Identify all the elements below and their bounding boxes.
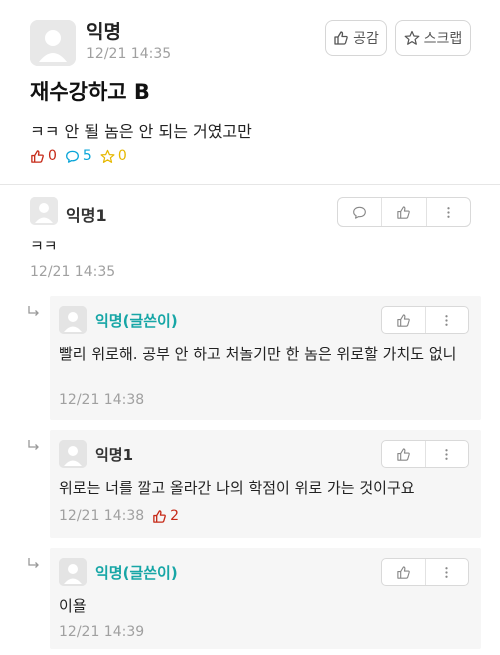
- comment-author-name: 익명1: [66, 206, 107, 225]
- reply-action-group: [381, 440, 469, 468]
- reply-more-button[interactable]: [426, 559, 469, 585]
- reply-like-button[interactable]: [382, 559, 426, 585]
- speech-bubble-icon: [65, 150, 79, 163]
- reply-timestamp-row: 12/21 14:38: [59, 392, 144, 408]
- reply-text: 빨리 위로해. 공부 안 하고 처놀기만 한 놈은 위로할 가치도 없니: [59, 345, 457, 363]
- reply-like-button[interactable]: [382, 441, 426, 467]
- reply-author-avatar: [59, 558, 87, 586]
- reply-timestamp: 12/21 14:38: [59, 508, 145, 524]
- like-count-stat: 0: [30, 148, 57, 164]
- reply-timestamp: 12/21 14:38: [59, 392, 145, 408]
- comment-author-avatar: [30, 197, 58, 225]
- thumbs-up-icon: [153, 509, 167, 523]
- comment-count-stat: 5: [65, 148, 92, 164]
- thumbs-up-icon: [397, 565, 410, 579]
- reply-text: 이욜: [59, 597, 87, 615]
- reply-item: 익명(글쓴이) 이욜 12/21 14:39: [50, 548, 481, 649]
- reply-like-count: 2: [170, 508, 180, 524]
- like-count: 0: [48, 148, 57, 164]
- avatar-placeholder-icon: [30, 197, 58, 225]
- scrap-count-stat: 0: [100, 148, 127, 164]
- post-author-avatar: [30, 20, 76, 66]
- reply-item: 익명1 위로는 너를 깔고 올라간 나의 학점이 위로 가는 것이구요 12/2…: [50, 430, 481, 538]
- reply-arrow-icon: [28, 440, 39, 450]
- reply-author-avatar: [59, 440, 87, 468]
- avatar-placeholder-icon: [30, 20, 76, 66]
- comment-action-group: [337, 197, 471, 227]
- reply-more-button[interactable]: [426, 307, 469, 333]
- thumbs-up-icon: [397, 205, 411, 219]
- thumbs-up-icon: [334, 31, 348, 45]
- post-body: ㅋㅋ 안 될 놈은 안 되는 거였고만: [30, 122, 252, 141]
- thumbs-up-icon: [397, 313, 410, 327]
- post-author-name: 익명: [86, 21, 121, 43]
- comment-reply-button[interactable]: [338, 198, 383, 226]
- reply-timestamp: 12/21 14:39: [59, 624, 145, 640]
- post-timestamp: 12/21 14:35: [86, 46, 172, 62]
- avatar-placeholder-icon: [59, 306, 87, 334]
- comment-count: 5: [82, 148, 92, 164]
- reply-more-button[interactable]: [426, 441, 469, 467]
- more-vertical-icon: [445, 566, 448, 578]
- scrap-button-label: 스크랩: [423, 31, 463, 47]
- comment-text: ㅋㅋ: [30, 237, 58, 255]
- reply-author-name: 익명1: [95, 446, 134, 464]
- star-icon: [404, 30, 420, 45]
- speech-bubble-icon: [353, 206, 367, 219]
- post-title: 재수강하고 B: [30, 80, 150, 104]
- scrap-button[interactable]: 스크랩: [395, 20, 471, 56]
- avatar-placeholder-icon: [59, 558, 87, 586]
- scrap-count: 0: [117, 148, 127, 164]
- reply-author-avatar: [59, 306, 87, 334]
- more-vertical-icon: [445, 314, 448, 326]
- avatar-placeholder-icon: [59, 440, 87, 468]
- reply-like-count-stat: 2: [152, 508, 179, 524]
- reply-action-group: [381, 558, 469, 586]
- like-button-label: 공감: [353, 31, 379, 47]
- star-icon: [100, 149, 115, 163]
- post-divider: [0, 184, 500, 185]
- more-vertical-icon: [447, 206, 450, 218]
- reply-action-group: [381, 306, 469, 334]
- thumbs-up-icon: [31, 149, 44, 163]
- comment-like-button[interactable]: [382, 198, 427, 226]
- reply-arrow-icon: [28, 558, 39, 568]
- reply-author-name: 익명(글쓴이): [95, 564, 178, 582]
- more-vertical-icon: [445, 448, 448, 460]
- reply-text: 위로는 너를 깔고 올라간 나의 학점이 위로 가는 것이구요: [59, 479, 415, 497]
- thumbs-up-icon: [397, 447, 410, 461]
- comment-timestamp: 12/21 14:35: [30, 264, 116, 280]
- post-stats: 0 5 0: [30, 148, 127, 164]
- reply-author-name: 익명(글쓴이): [95, 312, 178, 330]
- comment-more-button[interactable]: [427, 198, 470, 226]
- reply-item: 익명(글쓴이) 빨리 위로해. 공부 안 하고 처놀기만 한 놈은 위로할 가치…: [50, 296, 481, 420]
- reply-like-button[interactable]: [382, 307, 426, 333]
- reply-timestamp-row: 12/21 14:39: [59, 624, 144, 640]
- reply-timestamp-row: 12/21 14:38 2: [59, 508, 179, 524]
- like-button[interactable]: 공감: [325, 20, 387, 56]
- reply-arrow-icon: [28, 306, 39, 316]
